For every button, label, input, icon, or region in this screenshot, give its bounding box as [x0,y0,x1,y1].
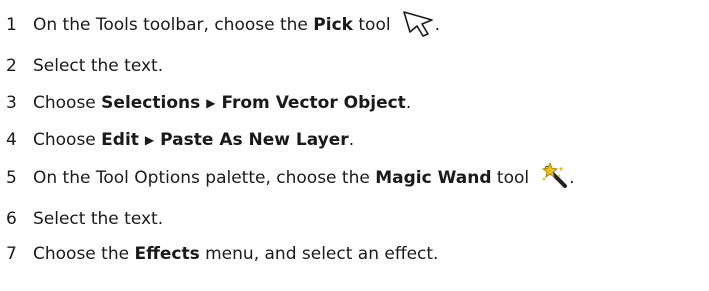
step-number: 3 [6,92,17,113]
step-text-part: Select the text. [33,55,164,76]
menu-item-from-vector-object: From Vector Object [221,92,406,113]
menu-name-effects: Effects [134,243,200,264]
step-text: Choose the Effects menu, and select an e… [33,243,439,264]
step-text-part: tool [352,14,391,35]
menu-arrow-icon: ▶ [144,133,155,147]
tool-name-magic-wand: Magic Wand [375,167,492,188]
menu-name-selections: Selections [101,92,201,113]
step-text-part: Select the text. [33,208,164,229]
step-text: Select the text. [33,208,164,229]
step-text-part: On the Tool Options palette, choose the [33,167,376,188]
step-text-part: Choose the [33,243,135,264]
step-number: 7 [6,243,17,264]
step-number: 4 [6,129,17,150]
magic-wand-icon [541,161,569,193]
step-text: On the Tools toolbar, choose the Pick to… [33,9,440,41]
pick-arrow-icon [401,9,435,41]
step-text-part: On the Tools toolbar, choose the [33,14,314,35]
step-text-part: . [434,14,440,35]
step-text: Choose Edit ▶ Paste As New Layer . [33,129,355,150]
step-text-part: Choose [33,129,102,150]
step-text-part: . [405,92,412,113]
step-number: 5 [6,167,17,188]
menu-name-edit: Edit [101,129,139,150]
step-text-part: . [569,167,575,188]
step-number: 2 [6,55,17,76]
step-text: Select the text. [33,55,164,76]
step-text-part: . [348,129,355,150]
step-text-part: tool [491,167,530,188]
step-text-part: Choose [33,92,102,113]
step-text-part: menu, and select an effect. [199,243,439,264]
step-number: 1 [6,14,17,35]
menu-item-paste-as-new-layer: Paste As New Layer [160,129,349,150]
step-number: 6 [6,208,17,229]
tool-name-pick: Pick [313,14,353,35]
menu-arrow-icon: ▶ [206,96,216,110]
step-text: Choose Selections ▶ From Vector Object . [33,92,412,113]
step-text: On the Tool Options palette, choose the … [33,161,575,193]
